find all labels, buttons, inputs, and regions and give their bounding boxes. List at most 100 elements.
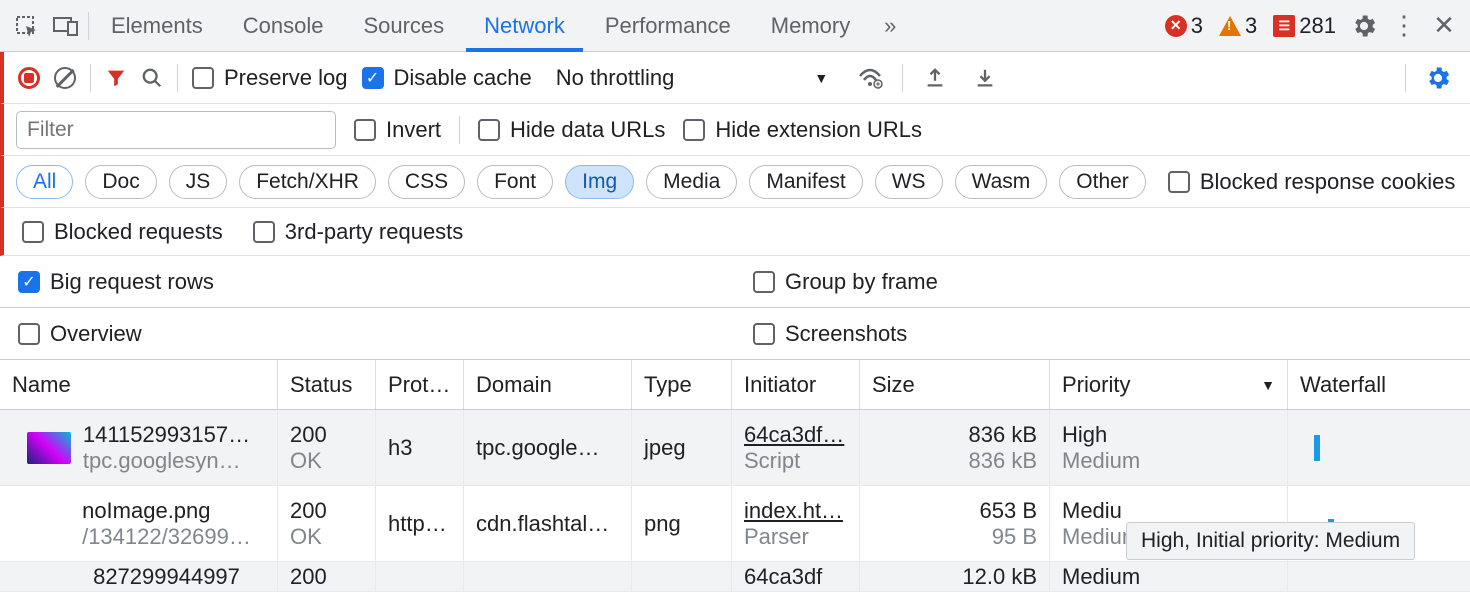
preserve-log-checkbox[interactable]: Preserve log (192, 65, 348, 91)
overview-checkbox[interactable]: Overview (18, 321, 142, 347)
tab-sources[interactable]: Sources (345, 0, 462, 52)
pill-fetch-xhr[interactable]: Fetch/XHR (239, 165, 376, 199)
divider (177, 64, 178, 92)
network-conditions-icon[interactable] (852, 60, 888, 96)
name-primary: noImage.png (82, 498, 251, 524)
download-har-icon[interactable] (967, 60, 1003, 96)
issues-count[interactable]: ☰ 281 (1273, 13, 1336, 39)
upload-har-icon[interactable] (917, 60, 953, 96)
header-status[interactable]: Status (278, 360, 376, 409)
warning-count[interactable]: 3 (1219, 13, 1257, 39)
overview-label: Overview (50, 321, 142, 347)
pill-wasm[interactable]: Wasm (955, 165, 1048, 199)
pill-all[interactable]: All (16, 165, 73, 199)
more-tabs-icon[interactable]: » (872, 8, 908, 44)
thumbnail-icon (26, 508, 70, 540)
tab-memory[interactable]: Memory (753, 0, 868, 52)
tab-network[interactable]: Network (466, 0, 583, 52)
table-row[interactable]: 141152993157… tpc.googlesyn… 200 OK h3 t… (0, 410, 1470, 486)
checkbox-icon (18, 323, 40, 345)
pill-font[interactable]: Font (477, 165, 553, 199)
initiator-type: Parser (744, 524, 847, 550)
filter-input[interactable] (16, 111, 336, 149)
filter-icon[interactable] (105, 67, 127, 89)
big-request-rows-checkbox[interactable]: ✓ Big request rows (18, 269, 214, 295)
initiator-link[interactable]: 64ca3df… (744, 422, 847, 448)
initiator-link[interactable]: 64ca3df (744, 564, 847, 590)
filter-checkrow: Blocked requests 3rd-party requests (0, 208, 1470, 256)
checkbox-icon (478, 119, 500, 141)
filter-bar: Invert Hide data URLs Hide extension URL… (0, 104, 1470, 156)
priority-current: High (1062, 422, 1275, 448)
clear-button[interactable] (54, 67, 76, 89)
protocol-value: http… (388, 511, 451, 537)
pill-js[interactable]: JS (169, 165, 228, 199)
tab-performance[interactable]: Performance (587, 0, 749, 52)
pill-doc[interactable]: Doc (85, 165, 156, 199)
header-initiator[interactable]: Initiator (732, 360, 860, 409)
checkbox-icon: ✓ (18, 271, 40, 293)
hide-data-urls-checkbox[interactable]: Hide data URLs (478, 117, 665, 143)
pill-ws[interactable]: WS (875, 165, 943, 199)
waterfall-bar (1314, 435, 1320, 461)
invert-checkbox[interactable]: Invert (354, 117, 441, 143)
header-type[interactable]: Type (632, 360, 732, 409)
chevron-down-icon: ▼ (814, 70, 828, 86)
cell-type: png (632, 486, 732, 561)
table-row[interactable]: 827299944997 200 64ca3df 12.0 kB Medium (0, 562, 1470, 592)
device-toolbar-icon[interactable] (48, 8, 84, 44)
divider (1405, 64, 1406, 92)
kebab-icon[interactable]: ⋮ (1386, 8, 1422, 44)
checkbox-icon: ✓ (362, 67, 384, 89)
checkbox-icon (683, 119, 705, 141)
header-protocol[interactable]: Prot… (376, 360, 464, 409)
group-frame-label: Group by frame (785, 269, 938, 295)
checkbox-icon (22, 221, 44, 243)
header-waterfall[interactable]: Waterfall (1288, 360, 1470, 409)
hide-extension-urls-checkbox[interactable]: Hide extension URLs (683, 117, 922, 143)
blocked-requests-checkbox[interactable]: Blocked requests (22, 219, 223, 245)
screenshots-checkbox[interactable]: Screenshots (753, 321, 907, 347)
pill-manifest[interactable]: Manifest (749, 165, 862, 199)
header-name[interactable]: Name (0, 360, 278, 409)
resource-type-filter: All Doc JS Fetch/XHR CSS Font Img Media … (0, 156, 1470, 208)
pill-img[interactable]: Img (565, 165, 634, 199)
blocked-requests-label: Blocked requests (54, 219, 223, 245)
pill-other[interactable]: Other (1059, 165, 1146, 199)
tab-elements[interactable]: Elements (93, 0, 221, 52)
protocol-value: h3 (388, 435, 451, 461)
close-icon[interactable]: ✕ (1426, 8, 1462, 44)
domain-value: tpc.google… (476, 435, 619, 461)
warning-icon (1219, 16, 1241, 36)
throttling-select[interactable]: No throttling ▼ (546, 65, 838, 91)
header-size[interactable]: Size (860, 360, 1050, 409)
priority-tooltip: High, Initial priority: Medium (1126, 522, 1415, 560)
cell-initiator: 64ca3df (732, 562, 860, 591)
pill-css[interactable]: CSS (388, 165, 465, 199)
search-icon[interactable] (141, 67, 163, 89)
group-by-frame-checkbox[interactable]: Group by frame (753, 269, 938, 295)
warning-count-value: 3 (1245, 13, 1257, 39)
hide-data-label: Hide data URLs (510, 117, 665, 143)
pill-media[interactable]: Media (646, 165, 737, 199)
disable-cache-checkbox[interactable]: ✓ Disable cache (362, 65, 532, 91)
divider (88, 12, 89, 40)
header-priority[interactable]: Priority ▼ (1050, 360, 1288, 409)
size-transfer: 12.0 kB (962, 564, 1037, 590)
network-settings-icon[interactable] (1420, 60, 1456, 96)
settings-icon[interactable] (1346, 8, 1382, 44)
throttling-value: No throttling (556, 65, 675, 91)
tab-console[interactable]: Console (225, 0, 342, 52)
cell-protocol (376, 562, 464, 591)
error-count[interactable]: ✕ 3 (1165, 13, 1203, 39)
error-icon: ✕ (1165, 15, 1187, 37)
header-domain[interactable]: Domain (464, 360, 632, 409)
cell-size: 836 kB 836 kB (860, 410, 1050, 485)
third-party-label: 3rd-party requests (285, 219, 464, 245)
record-button[interactable] (18, 67, 40, 89)
cell-initiator: index.ht… Parser (732, 486, 860, 561)
inspect-icon[interactable] (8, 8, 44, 44)
blocked-cookies-checkbox[interactable]: Blocked response cookies (1168, 169, 1456, 195)
initiator-link[interactable]: index.ht… (744, 498, 847, 524)
third-party-checkbox[interactable]: 3rd-party requests (253, 219, 464, 245)
